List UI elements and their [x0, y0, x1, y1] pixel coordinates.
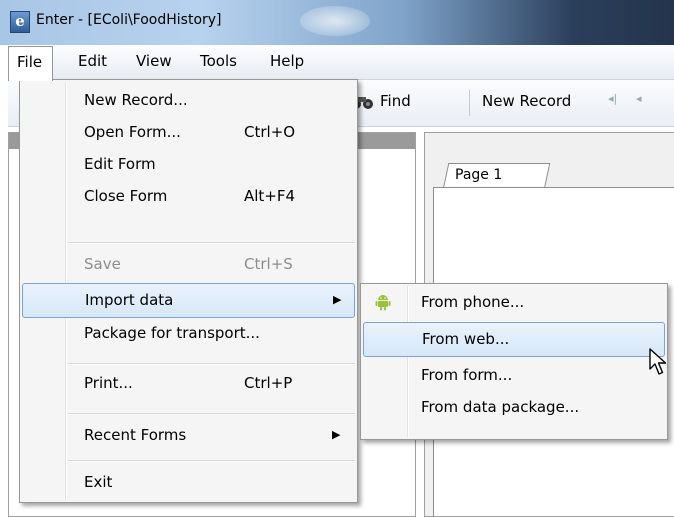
menu-item-label: From phone... — [421, 293, 525, 311]
previous-record-icon[interactable]: ◂ — [636, 92, 642, 105]
menu-item-label: Edit Form — [84, 155, 156, 173]
menu-bar: File Edit View Tools Help — [8, 45, 674, 81]
menu-item-shortcut: Ctrl+O — [244, 123, 296, 141]
menu-item-close-form[interactable]: Close Form Alt+F4 — [22, 180, 355, 213]
menu-item-from-web[interactable]: From web... — [363, 322, 665, 357]
menu-tools[interactable]: Tools — [200, 52, 237, 70]
menu-item-import-data[interactable]: Import data ▶ — [22, 283, 355, 318]
menu-item-label: Save — [84, 255, 121, 273]
menu-separator — [68, 460, 355, 462]
app-icon: e — [10, 11, 30, 33]
submenu-arrow-icon: ▶ — [333, 293, 342, 306]
tab-page-1-label: Page 1 — [455, 167, 503, 183]
import-data-submenu: From phone... From web... From form... F… — [360, 283, 668, 440]
android-icon — [375, 295, 391, 311]
menu-item-label: From data package... — [421, 398, 580, 416]
menu-item-label: Package for transport... — [84, 324, 260, 342]
menu-item-package-for-transport[interactable]: Package for transport... — [22, 317, 355, 350]
menu-item-shortcut: Ctrl+P — [244, 374, 293, 392]
menu-item-label: New Record... — [84, 91, 188, 109]
menu-separator — [68, 363, 355, 365]
mouse-cursor-icon — [649, 348, 667, 375]
new-record-button[interactable]: New Record — [482, 92, 571, 110]
menu-item-from-form[interactable]: From form... — [363, 359, 665, 392]
find-button[interactable]: Find — [380, 92, 411, 110]
menu-item-label: Exit — [84, 473, 113, 491]
menu-item-save: Save Ctrl+S — [22, 248, 355, 281]
menu-help[interactable]: Help — [270, 52, 304, 70]
submenu-arrow-icon: ▶ — [332, 428, 341, 441]
menu-item-edit-form[interactable]: Edit Form — [22, 148, 355, 181]
toolbar-separator — [469, 90, 470, 116]
menu-item-label: Import data — [85, 291, 174, 309]
menu-file[interactable]: File — [8, 46, 54, 81]
window-title: Enter - [EColi\FoodHistory] — [36, 12, 222, 28]
menu-separator — [68, 413, 355, 415]
file-menu: New Record... Open Form... Ctrl+O Edit F… — [19, 79, 358, 503]
menu-item-label: From web... — [422, 330, 510, 348]
menu-view[interactable]: View — [136, 52, 172, 70]
menu-item-label: Recent Forms — [84, 426, 187, 444]
title-glow — [300, 6, 370, 36]
menu-item-print[interactable]: Print... Ctrl+P — [22, 367, 355, 400]
menu-item-label: From form... — [421, 366, 513, 384]
title-bar: e Enter - [EColi\FoodHistory] — [0, 0, 674, 45]
menu-item-label: Open Form... — [84, 123, 181, 141]
menu-item-open-form[interactable]: Open Form... Ctrl+O — [22, 116, 355, 149]
menu-item-recent-forms[interactable]: Recent Forms ▶ — [22, 419, 355, 452]
menu-item-exit[interactable]: Exit — [22, 466, 355, 499]
menu-edit[interactable]: Edit — [78, 52, 107, 70]
menu-item-shortcut: Ctrl+S — [244, 255, 293, 273]
menu-separator — [68, 242, 355, 244]
first-record-icon[interactable]: ◂| — [608, 92, 617, 105]
menu-item-from-data-package[interactable]: From data package... — [363, 391, 665, 424]
menu-item-label: Close Form — [84, 187, 168, 205]
menu-item-label: Print... — [84, 374, 133, 392]
menu-item-from-phone[interactable]: From phone... — [363, 286, 665, 319]
menu-item-new-record[interactable]: New Record... — [22, 84, 355, 117]
menu-item-shortcut: Alt+F4 — [244, 187, 296, 205]
